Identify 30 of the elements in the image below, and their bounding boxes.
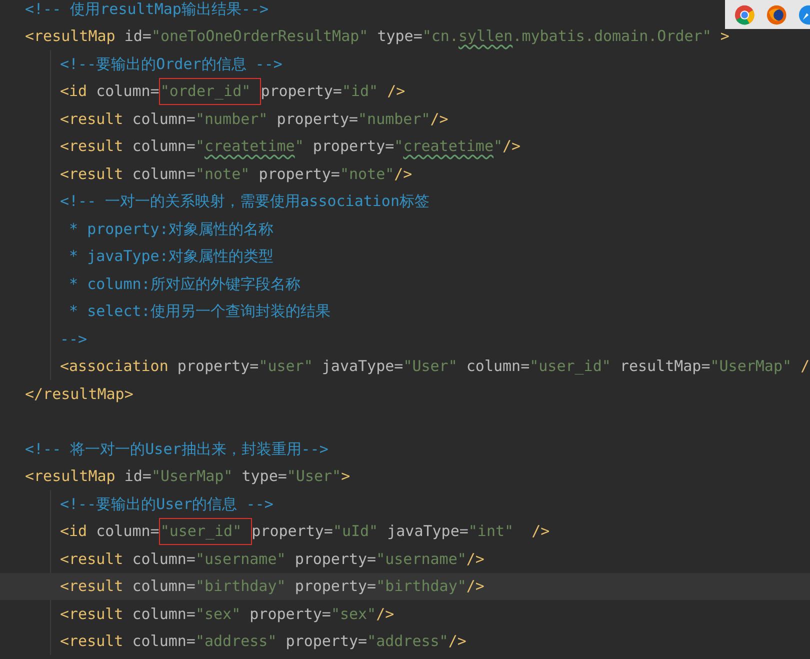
code-text: <result column="birthday" property="birthday"/> [60,576,484,597]
code-text: <!--要输出的User的信息 --> [60,494,274,514]
code-text: <resultMap id="oneToOneOrderResultMap" type="cn.syllen.mybatis.domain.Order" > [25,26,730,47]
code-text: * javaType:对象属性的类型 [68,246,274,267]
chrome-icon[interactable] [734,4,756,26]
code-text: * property:对象属性的名称 [68,218,274,240]
code-text: * select:使用另一个查询封装的结果 [68,301,330,322]
code-text: <!-- 一对一的关系映射，需要使用association标签 [60,191,430,212]
code-text: property="id" /> [260,81,406,102]
compass-icon[interactable] [798,4,810,26]
code-text: --> [60,328,88,350]
code-text: </resultMap> [25,384,134,404]
code-text: <!--要输出的Order的信息 --> [60,54,282,74]
code-text: <!-- 将一对一的User抽出来，封装重用--> [25,438,328,460]
firefox-icon[interactable] [766,4,788,26]
code-text: <result column="number" property="number"/> [60,108,448,130]
code-text: <id column= [60,81,160,102]
code-text: <id column= [60,521,160,542]
code-text: <result column="address" property="address"/> [60,631,466,652]
code-text: <result column="createtime" property="createtime"/> [60,136,521,157]
highlighted-value: "order_id" [159,78,261,105]
code-text: * column:所对应的外键字段名称 [68,274,300,294]
code-text: <result column="note" property="note"/> [60,164,412,184]
code-text: <!-- 使用resultMap输出结果--> [25,0,269,20]
code-text: <result column="sex" property="sex"/> [60,604,394,624]
highlighted-value: "user_id" [159,518,252,545]
code-text: <association property="user" javaType="User" column="user_id" resultMap="UserMap" / [60,356,810,377]
code-text: property="uId" javaType="int" /> [252,521,550,542]
code-text: <result column="username" property="username"/> [60,548,484,570]
code-text: <resultMap id="UserMap" type="User"> [25,466,350,487]
